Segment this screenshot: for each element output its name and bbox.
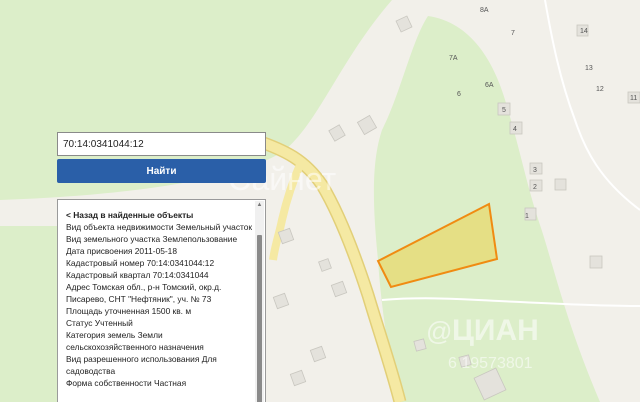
detail-line: Статус Учтенный	[66, 318, 133, 328]
object-details-panel: < Назад в найденные объекты Вид объекта …	[57, 199, 266, 402]
house-number-label: 3	[533, 167, 537, 174]
watermark-phone-text: 6 19573801	[448, 355, 533, 372]
watermark-at-symbol: @	[426, 316, 452, 346]
house-number-label: 7А	[449, 55, 458, 62]
detail-line: Вид объекта недвижимости Земельный участ…	[66, 222, 253, 232]
detail-line: Площадь уточненная 1500 кв. м	[66, 306, 192, 316]
back-to-results-link[interactable]: < Назад в найденные объекты	[66, 209, 254, 221]
watermark-cian-text: ЦИАН	[452, 314, 539, 347]
house-number-label: 4	[513, 126, 517, 133]
detail-line: Дата присвоения 2011-05-18	[66, 246, 177, 256]
house-number-label: 5	[502, 107, 506, 114]
scrollbar-thumb[interactable]	[257, 235, 262, 402]
house-number-label: 8А	[480, 7, 489, 14]
forest-area-bottom-left	[0, 226, 58, 402]
detail-line: Форма собственности Частная	[66, 378, 187, 388]
detail-line: Категория земель Земли сельскохозяйствен…	[66, 330, 204, 352]
details-scrollbar[interactable]: ▲	[255, 201, 264, 402]
find-button[interactable]: Найти	[57, 159, 266, 183]
house-number-label: 11	[630, 95, 637, 102]
house-number-label: 2	[533, 184, 537, 191]
detail-line: Вид разрешенного использования Для садов…	[66, 354, 217, 376]
house-number-label: 14	[580, 28, 588, 35]
detail-line: Вид земельного участка Землепользование	[66, 234, 238, 244]
house-number-label: 6	[457, 91, 461, 98]
detail-line: Адрес Томская обл., р-н Томский, окр.д. …	[66, 282, 222, 304]
detail-line: Кадастровый квартал 70:14:0341044	[66, 270, 209, 280]
house-number-label: 1	[525, 213, 529, 220]
house-number-label: 7	[511, 30, 515, 37]
scroll-up-arrow-icon[interactable]: ▲	[255, 201, 264, 210]
house-number-label: 12	[596, 86, 604, 93]
house-number-label: 6А	[485, 82, 494, 89]
cadastral-search-input[interactable]	[57, 132, 266, 156]
object-details-content: < Назад в найденные объекты Вид объекта …	[66, 209, 254, 389]
house-number-label: 13	[585, 65, 593, 72]
detail-line: Кадастровый номер 70:14:0341044:12	[66, 258, 215, 268]
